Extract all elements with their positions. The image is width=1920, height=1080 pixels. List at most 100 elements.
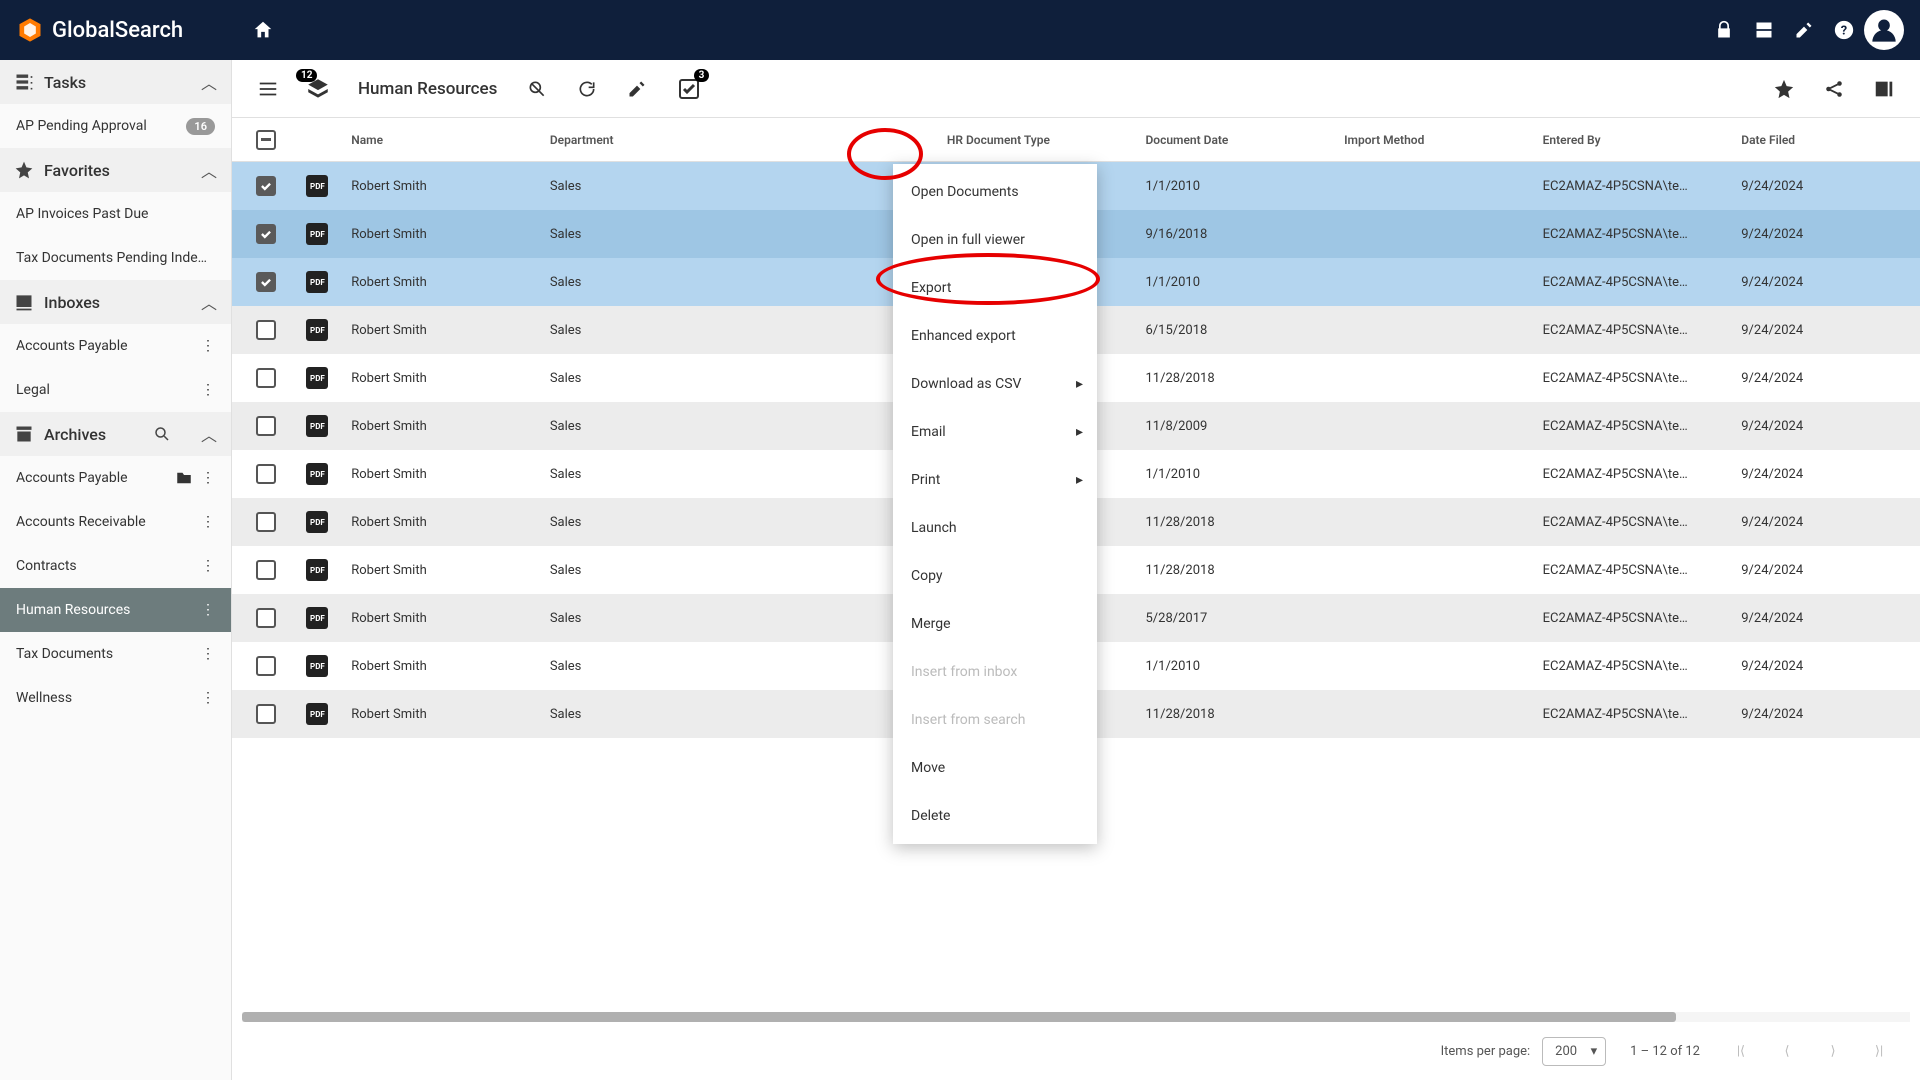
menu-item[interactable]: Enhanced export <box>893 312 1097 360</box>
sign-button[interactable] <box>1784 10 1824 50</box>
pdf-icon: PDF <box>306 223 328 245</box>
sidebar-item-archive[interactable]: Wellness⋮ <box>0 676 231 720</box>
menu-item[interactable]: Move <box>893 744 1097 792</box>
row-checkbox[interactable] <box>256 416 276 436</box>
menu-item[interactable]: Download as CSV▸ <box>893 360 1097 408</box>
more-icon[interactable]: ⋮ <box>201 646 215 662</box>
more-icon[interactable]: ⋮ <box>201 514 215 530</box>
pdf-icon: PDF <box>306 655 328 677</box>
ipp-select[interactable]: 200 <box>1542 1037 1606 1066</box>
menu-item[interactable]: Open in full viewer <box>893 216 1097 264</box>
menu-item[interactable]: Merge <box>893 600 1097 648</box>
selection-menu-button[interactable]: 3 <box>671 71 707 107</box>
menu-button[interactable] <box>252 73 284 105</box>
prev-page-button[interactable]: ⟨ <box>1770 1034 1804 1068</box>
chevron-up-icon: ︿ <box>201 158 217 182</box>
more-icon[interactable]: ⋮ <box>201 602 215 618</box>
section-tasks[interactable]: Tasks ︿ <box>0 60 231 104</box>
section-inboxes[interactable]: Inboxes ︿ <box>0 280 231 324</box>
col-department[interactable]: Department <box>542 133 939 147</box>
cell-date-filed: 9/24/2024 <box>1733 707 1912 722</box>
row-checkbox[interactable] <box>256 176 276 196</box>
app-logo[interactable]: GlobalSearch <box>16 16 183 44</box>
menu-item[interactable]: Open Documents <box>893 168 1097 216</box>
row-checkbox[interactable] <box>256 512 276 532</box>
cell-name: Robert Smith <box>343 275 542 290</box>
sidebar-item-archive[interactable]: Tax Documents⋮ <box>0 632 231 676</box>
cell-doc-date: 11/28/2018 <box>1137 563 1336 578</box>
row-checkbox[interactable] <box>256 224 276 244</box>
user-avatar[interactable] <box>1864 10 1904 50</box>
row-checkbox[interactable] <box>256 368 276 388</box>
refresh-button[interactable] <box>571 73 603 105</box>
row-checkbox[interactable] <box>256 464 276 484</box>
section-archives[interactable]: Archives ︿ <box>0 412 231 456</box>
col-doc-date[interactable]: Document Date <box>1137 133 1336 147</box>
more-icon[interactable]: ⋮ <box>201 382 215 398</box>
row-checkbox[interactable] <box>256 608 276 628</box>
cell-date-filed: 9/24/2024 <box>1733 467 1912 482</box>
menu-item[interactable]: Email▸ <box>893 408 1097 456</box>
more-icon[interactable]: ⋮ <box>201 470 215 486</box>
menu-item[interactable]: Copy <box>893 552 1097 600</box>
row-checkbox[interactable] <box>256 272 276 292</box>
row-checkbox[interactable] <box>256 656 276 676</box>
col-entered-by[interactable]: Entered By <box>1535 133 1734 147</box>
row-checkbox[interactable] <box>256 560 276 580</box>
sidebar-item-inbox-ap[interactable]: Accounts Payable ⋮ <box>0 324 231 368</box>
search-icon[interactable] <box>153 425 171 443</box>
cell-name: Robert Smith <box>343 227 542 242</box>
more-icon[interactable]: ⋮ <box>201 690 215 706</box>
sidebar-item-archive[interactable]: Human Resources⋮ <box>0 588 231 632</box>
star-icon <box>14 160 34 180</box>
col-hr-type[interactable]: HR Document Type <box>939 133 1138 147</box>
cell-name: Robert Smith <box>343 419 542 434</box>
share-button[interactable] <box>1818 73 1850 105</box>
sidebar-item-inbox-legal[interactable]: Legal ⋮ <box>0 368 231 412</box>
menu-item[interactable]: Launch <box>893 504 1097 552</box>
menu-item[interactable]: Export <box>893 264 1097 312</box>
pdf-icon: PDF <box>306 271 328 293</box>
cell-entered-by: EC2AMAZ-4P5CSNA\te… <box>1535 419 1734 434</box>
menu-item[interactable]: Print▸ <box>893 456 1097 504</box>
select-all-checkbox[interactable] <box>256 130 276 150</box>
sidebar-item-archive[interactable]: Accounts Payable⋮ <box>0 456 231 500</box>
next-page-button[interactable]: ⟩ <box>1816 1034 1850 1068</box>
more-icon[interactable]: ⋮ <box>201 558 215 574</box>
col-import[interactable]: Import Method <box>1336 133 1535 147</box>
sidebar-item-tax-pending[interactable]: Tax Documents Pending Inde… <box>0 236 231 280</box>
table-header: Name Department HR Document Type Documen… <box>232 118 1920 162</box>
last-page-button[interactable]: ⟩| <box>1862 1034 1896 1068</box>
search-off-button[interactable] <box>521 73 553 105</box>
pdf-icon: PDF <box>306 511 328 533</box>
first-page-button[interactable]: |⟨ <box>1724 1034 1758 1068</box>
favorite-button[interactable] <box>1768 73 1800 105</box>
storage-button[interactable] <box>1744 10 1784 50</box>
row-checkbox[interactable] <box>256 704 276 724</box>
col-name[interactable]: Name <box>343 133 542 147</box>
cell-date-filed: 9/24/2024 <box>1733 419 1912 434</box>
sidebar-item-archive[interactable]: Accounts Receivable⋮ <box>0 500 231 544</box>
sidebar-item-ap-pending[interactable]: AP Pending Approval 16 <box>0 104 231 148</box>
svg-text:?: ? <box>1841 24 1847 39</box>
help-button[interactable]: ? <box>1824 10 1864 50</box>
more-icon[interactable]: ⋮ <box>201 338 215 354</box>
cell-date-filed: 9/24/2024 <box>1733 611 1912 626</box>
cell-doc-date: 6/15/2018 <box>1137 323 1336 338</box>
col-date-filed[interactable]: Date Filed <box>1733 133 1912 147</box>
home-button[interactable] <box>243 10 283 50</box>
menu-item[interactable]: Delete <box>893 792 1097 840</box>
edit-button[interactable] <box>621 73 653 105</box>
horizontal-scrollbar[interactable] <box>242 1012 1910 1022</box>
sidebar-item-archive[interactable]: Contracts⋮ <box>0 544 231 588</box>
layers-button[interactable]: 12 <box>302 73 334 105</box>
cell-name: Robert Smith <box>343 659 542 674</box>
lock-button[interactable] <box>1704 10 1744 50</box>
cell-date-filed: 9/24/2024 <box>1733 275 1912 290</box>
page-range: 1 – 12 of 12 <box>1630 1044 1700 1059</box>
sidebar-item-ap-past-due[interactable]: AP Invoices Past Due <box>0 192 231 236</box>
panel-button[interactable] <box>1868 73 1900 105</box>
row-checkbox[interactable] <box>256 320 276 340</box>
section-favorites[interactable]: Favorites ︿ <box>0 148 231 192</box>
cell-name: Robert Smith <box>343 515 542 530</box>
